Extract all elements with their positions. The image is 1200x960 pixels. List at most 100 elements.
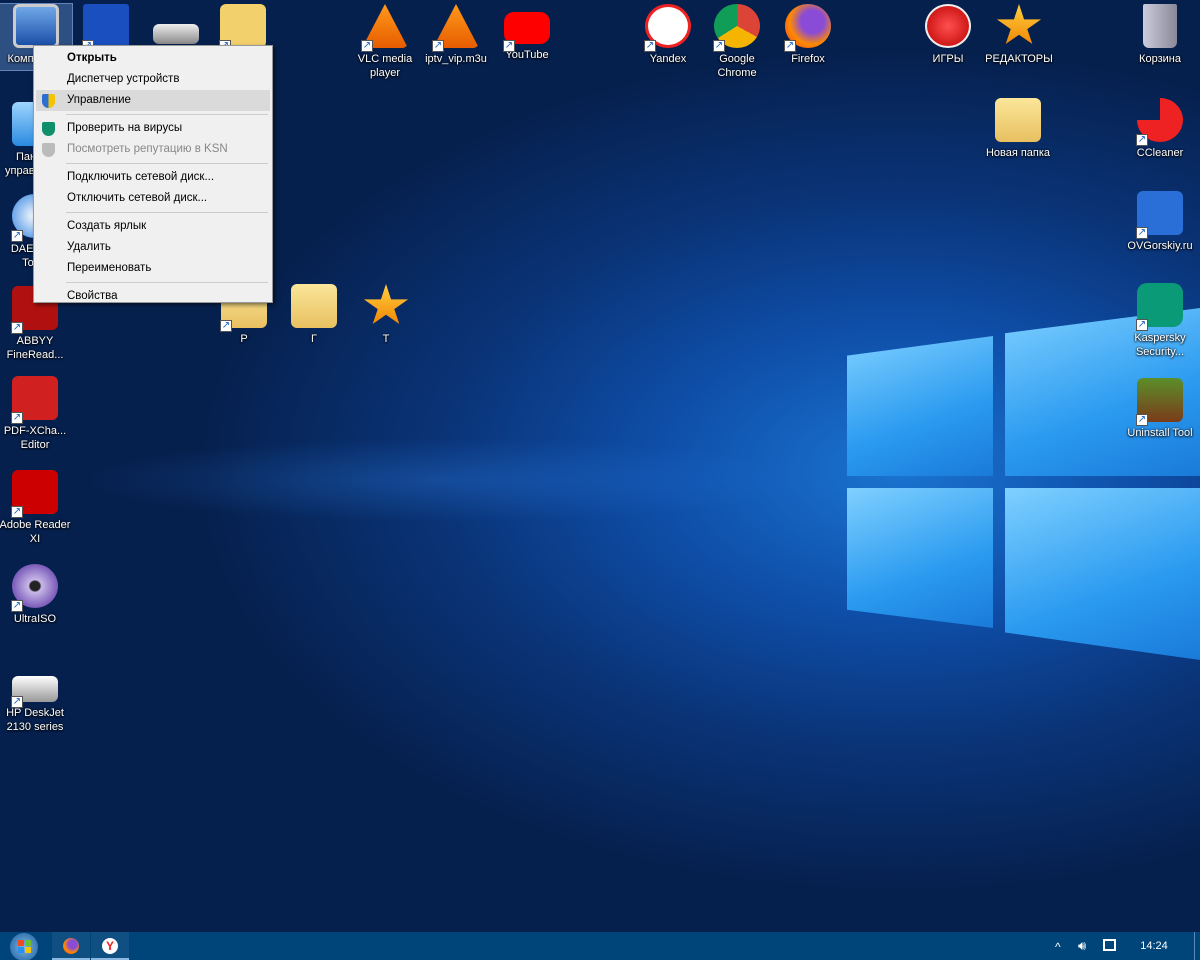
- desktop-icon-ultraiso[interactable]: ↗ UltraISO: [0, 564, 71, 626]
- desktop-icon-label: Firefox: [791, 53, 825, 65]
- desktop-icon-label: Новая папка: [985, 147, 1051, 159]
- menu-item-delete[interactable]: Удалить: [36, 237, 270, 258]
- desktop-icon-editors[interactable]: РЕДАКТОРЫ: [983, 4, 1055, 66]
- shortcut-arrow-icon: ↗: [220, 320, 232, 332]
- desktop-icon-g[interactable]: Г: [278, 284, 350, 346]
- desktop-icon-label: iptv_vip.m3u: [425, 53, 487, 65]
- context-menu: Открыть Диспетчер устройств Управление П…: [33, 45, 273, 303]
- desktop-icon-label: PDF-XCha... Editor: [3, 425, 67, 451]
- desktop-icon-label: UltraISO: [13, 613, 57, 625]
- desktop-icon-hp[interactable]: ↗ HP DeskJet 2130 series: [0, 660, 71, 734]
- desktop-icon-vlc[interactable]: ↗ VLC media player: [349, 4, 421, 80]
- desktop-icon-games[interactable]: ИГРЫ: [912, 4, 984, 66]
- volume-icon[interactable]: 🔊︎: [1078, 932, 1096, 960]
- taskbar-firefox[interactable]: [52, 932, 90, 960]
- menu-separator: [66, 114, 268, 115]
- shortcut-arrow-icon: ↗: [644, 40, 656, 52]
- desktop-icon-label: Google Chrome: [717, 53, 757, 79]
- desktop-icon-yandex[interactable]: ↗ Yandex: [632, 4, 704, 66]
- taskbar: Y ^ 🔊︎ 14:24: [0, 932, 1200, 960]
- kaspersky-shield-icon: [42, 122, 55, 136]
- red-x-icon: [925, 4, 971, 48]
- shortcut-arrow-icon: ↗: [784, 40, 796, 52]
- drive-icon: [153, 24, 199, 44]
- shortcut-arrow-icon: ↗: [11, 600, 23, 612]
- shortcut-arrow-icon: ↗: [11, 412, 23, 424]
- desktop-icon-chrome[interactable]: ↗ Google Chrome: [701, 4, 773, 80]
- menu-item-scan-virus[interactable]: Проверить на вирусы: [36, 118, 270, 139]
- shortcut-arrow-icon: ↗: [11, 506, 23, 518]
- desktop-icon-label: Kaspersky Security...: [1134, 332, 1186, 358]
- menu-item-properties[interactable]: Свойства: [36, 286, 270, 307]
- shortcut-arrow-icon: ↗: [503, 40, 515, 52]
- computer-icon: [13, 4, 59, 48]
- star-icon: [363, 284, 409, 325]
- desktop-icon-label: YouTube: [505, 49, 549, 61]
- menu-item-create-shortcut[interactable]: Создать ярлык: [36, 216, 270, 237]
- desktop-icon-kaspersky[interactable]: ↗ Kaspersky Security...: [1124, 283, 1196, 359]
- start-button[interactable]: [4, 932, 44, 960]
- menu-item-label: Проверить на вирусы: [67, 122, 183, 134]
- desktop-icon-label: РЕДАКТОРЫ: [985, 53, 1053, 65]
- desktop-icon-adobe[interactable]: ↗ Adobe Reader XI: [0, 470, 71, 546]
- desktop-icon-label: Г: [311, 333, 317, 345]
- menu-item-device-manager[interactable]: Диспетчер устройств: [36, 69, 270, 90]
- shortcut-arrow-icon: ↗: [11, 230, 23, 242]
- desktop-icon-label: HP DeskJet 2130 series: [6, 707, 64, 733]
- desktop-icon-label: OVGorskiy.ru: [1127, 240, 1193, 252]
- desktop-icon-ccleaner[interactable]: ↗ CCleaner: [1124, 98, 1196, 160]
- desktop-icon-new-folder[interactable]: Новая папка: [982, 98, 1054, 160]
- taskbar-yandex[interactable]: Y: [91, 932, 129, 960]
- desktop-icon-label: Т: [382, 333, 390, 345]
- menu-item-rename[interactable]: Переименовать: [36, 258, 270, 279]
- shortcut-arrow-icon: ↗: [713, 40, 725, 52]
- desktop-icon-label: Yandex: [649, 53, 687, 65]
- menu-separator: [66, 163, 268, 164]
- desktop-icon-ovgorskiy[interactable]: ↗ OVGorskiy.ru: [1124, 191, 1196, 253]
- desktop-icon-label: Adobe Reader XI: [0, 519, 71, 545]
- folder-icon: [291, 284, 337, 328]
- menu-item-map-drive[interactable]: Подключить сетевой диск...: [36, 167, 270, 188]
- menu-item-disconnect-drive[interactable]: Отключить сетевой диск...: [36, 188, 270, 209]
- shortcut-arrow-icon: ↗: [11, 322, 23, 334]
- desktop-icon-recycle[interactable]: Корзина: [1124, 4, 1196, 66]
- shortcut-arrow-icon: ↗: [1136, 414, 1148, 426]
- menu-item-ksn-reputation[interactable]: Посмотреть репутацию в KSN: [36, 139, 270, 160]
- firefox-icon: [63, 938, 79, 954]
- uac-shield-icon: [42, 94, 55, 108]
- desktop-icon-label: VLC media player: [357, 53, 413, 79]
- desktop-icon-label: ABBYY FineRead...: [6, 335, 64, 361]
- desktop-icon-label: Uninstall Tool: [1127, 427, 1193, 439]
- desktop-icon-iptv[interactable]: ↗ iptv_vip.m3u: [420, 4, 492, 66]
- menu-item-manage[interactable]: Управление: [36, 90, 270, 111]
- show-hidden-icons-button[interactable]: ^: [1055, 932, 1069, 960]
- desktop-icon-label: Р: [240, 333, 248, 345]
- desktop-icon-label: ИГРЫ: [932, 53, 964, 65]
- menu-item-label: Посмотреть репутацию в KSN: [67, 143, 228, 155]
- shortcut-arrow-icon: ↗: [1136, 134, 1148, 146]
- desktop-icon-t[interactable]: Т: [350, 284, 422, 346]
- desktop-icon-firefox[interactable]: ↗ Firefox: [772, 4, 844, 66]
- desktop-icon-youtube[interactable]: ↗ YouTube: [491, 4, 563, 62]
- desktop-icon-uninstall[interactable]: ↗ Uninstall Tool: [1124, 378, 1196, 440]
- shortcut-arrow-icon: ↗: [11, 696, 23, 708]
- folder-icon: [995, 98, 1041, 142]
- desktop-icon-label: CCleaner: [1136, 147, 1184, 159]
- star-icon: [996, 4, 1042, 45]
- ksn-shield-icon: [42, 143, 55, 157]
- desktop-icon-label: Корзина: [1139, 53, 1181, 65]
- recycle-bin-icon: [1143, 4, 1177, 48]
- shortcut-arrow-icon: ↗: [432, 40, 444, 52]
- shortcut-arrow-icon: ↗: [1136, 227, 1148, 239]
- show-desktop-button[interactable]: [1194, 932, 1200, 960]
- menu-item-label: Управление: [67, 94, 131, 106]
- desktop-icon-pdfx[interactable]: ↗ PDF-XCha... Editor: [0, 376, 71, 452]
- desktop-icon-drive[interactable]: [140, 4, 212, 48]
- windows-start-icon: [10, 933, 38, 960]
- clock[interactable]: 14:24: [1130, 932, 1178, 960]
- network-icon[interactable]: [1101, 932, 1119, 960]
- menu-separator: [66, 282, 268, 283]
- menu-item-open[interactable]: Открыть: [36, 48, 270, 69]
- menu-separator: [66, 212, 268, 213]
- shortcut-arrow-icon: ↗: [361, 40, 373, 52]
